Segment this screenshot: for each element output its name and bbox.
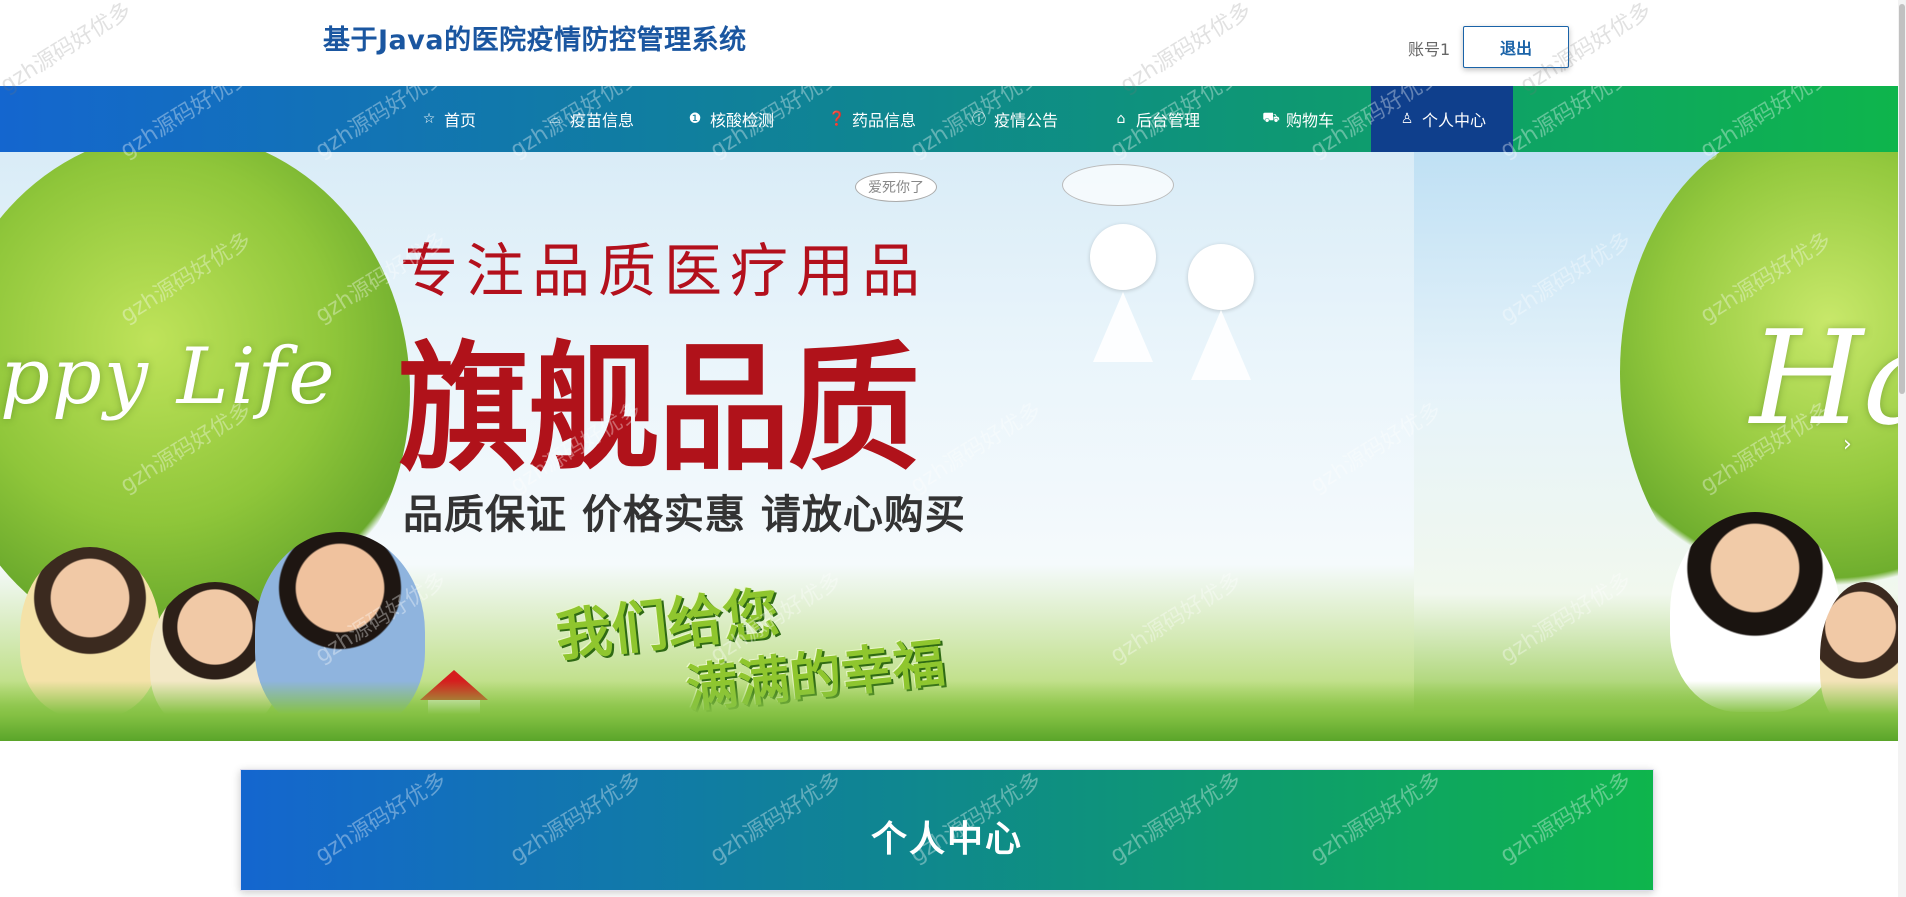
nav-item-profile[interactable]: ♙ 个人中心 bbox=[1371, 86, 1513, 152]
bag-icon: ⌓ bbox=[549, 111, 561, 127]
star-icon: ☆ bbox=[422, 111, 436, 127]
speech-bubble: 爱死你了 bbox=[855, 172, 937, 202]
account-name: 账号1 bbox=[1408, 40, 1451, 59]
top-header: 基于Java的医院疫情防控管理系统 账号1 退出 bbox=[0, 0, 1906, 86]
happy-life-text: ppy Life bbox=[0, 332, 337, 422]
cloud-shape bbox=[1062, 164, 1174, 206]
nav-item-vaccine[interactable]: ⌓ 疫苗信息 bbox=[546, 86, 634, 152]
page-scrollbar[interactable] bbox=[1898, 0, 1906, 897]
info-icon: ❶ bbox=[688, 111, 702, 127]
nav-item-label: 个人中心 bbox=[1421, 111, 1486, 130]
nav-item-label: 首页 bbox=[444, 111, 477, 130]
logout-button[interactable]: 退出 bbox=[1463, 26, 1569, 68]
nav-item-label: 疫苗信息 bbox=[570, 111, 635, 130]
scrollbar-thumb[interactable] bbox=[1899, 4, 1905, 394]
nav-item-label: 疫情公告 bbox=[994, 111, 1059, 130]
happy-life-text: Ha bbox=[1750, 302, 1898, 454]
gift-icon: ⌂ bbox=[1116, 111, 1126, 127]
next-slide-arrow[interactable]: › bbox=[1843, 432, 1852, 457]
section-header: 个人中心 bbox=[240, 769, 1654, 891]
banner-slogan: 专注品质医疗用品 bbox=[400, 237, 929, 305]
main-nav: ☆ 首页 ⌓ 疫苗信息 ❶ 核酸检测 ❓ 药品信息 ⓘ 疫情公告 ⌂ 后台管理 … bbox=[0, 86, 1898, 152]
banner-headline: 旗舰品质 bbox=[398, 328, 920, 491]
nav-item-label: 核酸检测 bbox=[710, 111, 775, 130]
info-icon: ⓘ bbox=[972, 112, 986, 128]
cart-icon: ⛟ bbox=[1262, 110, 1280, 126]
doll-illustration bbox=[1090, 224, 1156, 290]
site-title: 基于Java的医院疫情防控管理系统 bbox=[323, 25, 747, 56]
banner-subline: 品质保证 价格实惠 请放心购买 bbox=[403, 492, 966, 538]
nav-item-admin[interactable]: ⌂ 后台管理 bbox=[1112, 86, 1200, 152]
nav-item-cart[interactable]: ⛟ 购物车 bbox=[1262, 86, 1334, 152]
nav-item-label: 购物车 bbox=[1286, 111, 1335, 130]
question-icon: ❓ bbox=[828, 111, 846, 127]
user-icon: ♙ bbox=[1400, 111, 1414, 127]
section-title: 个人中心 bbox=[870, 819, 1023, 860]
grass-strip bbox=[0, 681, 1898, 741]
doll-illustration bbox=[1188, 244, 1254, 310]
banner-carousel[interactable]: ppy Life Ha 爱死你了 专注品质医疗用品 旗舰品质 品质保证 价格实惠… bbox=[0, 152, 1898, 741]
nav-item-nucleic-test[interactable]: ❶ 核酸检测 bbox=[686, 86, 774, 152]
nav-item-label: 后台管理 bbox=[1136, 111, 1201, 130]
nav-item-home[interactable]: ☆ 首页 bbox=[420, 86, 476, 152]
nav-item-announcement[interactable]: ⓘ 疫情公告 bbox=[970, 86, 1058, 152]
nav-item-medicine[interactable]: ❓ 药品信息 bbox=[828, 86, 916, 152]
nav-item-label: 药品信息 bbox=[852, 111, 917, 130]
